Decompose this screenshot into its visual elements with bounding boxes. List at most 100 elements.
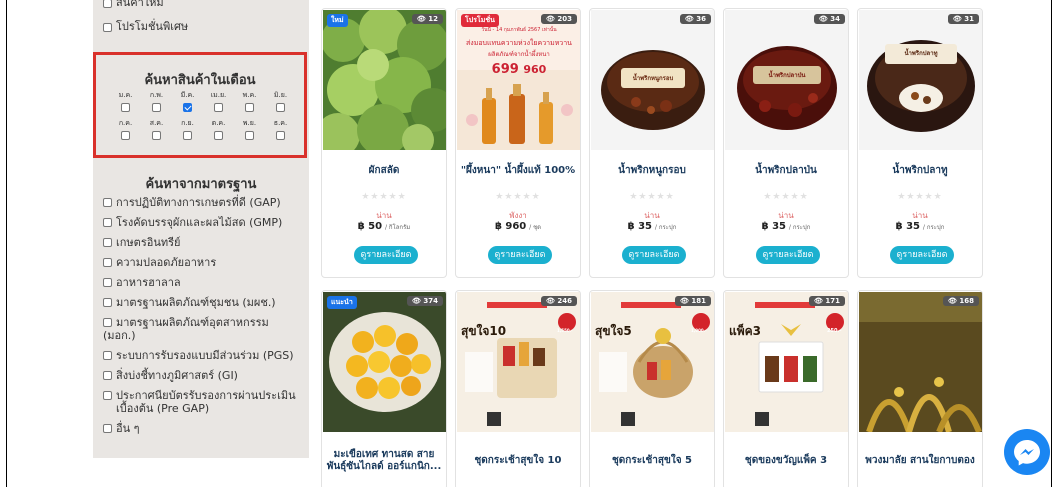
product-card[interactable]: แพ็ค3 250.- 👁 171 ชุดของขวัญแพ็ค 3 [723, 290, 849, 487]
checkbox[interactable] [103, 22, 112, 32]
gift-price: 250.- [827, 328, 842, 334]
checkbox[interactable] [103, 217, 112, 227]
standard-item-tis[interactable]: มาตรฐานผลิตภัณฑ์อุตสาหกรรม (มอก.) [103, 316, 303, 342]
standard-item-halal[interactable]: อาหารฮาลาล [103, 276, 303, 289]
checkbox[interactable] [103, 423, 112, 433]
product-card[interactable]: น้ำพริกหนูกรอบ 👁 36 น้ำพริกหนูกรอบ ★★★★★… [589, 8, 715, 278]
month-checkbox-jan[interactable] [121, 102, 130, 112]
checkbox[interactable] [103, 197, 112, 207]
filter-label: สินค้าใหม่ [116, 0, 164, 9]
standard-item-gap[interactable]: การปฏิบัติทางการเกษตรที่ดี (GAP) [103, 196, 303, 209]
standard-item-pre-gap[interactable]: ประกาศนียบัตรรับรองการผ่านประเมิน เบื้อง… [103, 389, 303, 415]
month-checkbox-nov[interactable] [245, 130, 254, 140]
product-image[interactable]: แนะนำ 👁 374 [323, 292, 446, 432]
checkbox[interactable] [103, 370, 112, 380]
product-name[interactable]: น้ำพริกหนูกรอบ [590, 165, 714, 177]
month-row-1: ม.ค. ก.พ. มี.ค. เม.ย. พ.ค. มิ.ย. [110, 91, 296, 113]
product-card[interactable]: 👁 168 พวงมาลัย สานใยกาบตอง [857, 290, 983, 487]
month-checkbox-aug[interactable] [152, 130, 161, 140]
product-name[interactable]: ผักสลัด [322, 165, 446, 177]
month-label: เม.ย. [210, 91, 227, 99]
product-badge: แนะนำ [327, 296, 357, 309]
standard-label: มาตรฐานผลิตภัณฑ์ชุมชน (มผช.) [116, 296, 276, 309]
checkbox[interactable] [103, 317, 112, 327]
month-checkbox-feb[interactable] [152, 102, 161, 112]
product-name[interactable]: พวงมาลัย สานใยกาบตอง [858, 455, 982, 467]
month-checkbox-sep[interactable] [183, 130, 192, 140]
standards-list: การปฏิบัติทางการเกษตรที่ดี (GAP) โรงคัดบ… [103, 196, 303, 442]
month-checkbox-mar[interactable] [183, 102, 192, 112]
standard-item-food-safety[interactable]: ความปลอดภัยอาหาร [103, 256, 303, 269]
product-card[interactable]: น้ำพริกปลาทู 👁 31 น้ำพริกปลาทู ★★★★★ น่า… [857, 8, 983, 278]
product-image[interactable]: ใหม่ 👁 12 [323, 10, 446, 150]
view-count-value: 181 [691, 297, 706, 305]
product-name[interactable]: น้ำพริกปลาทู [858, 165, 982, 177]
product-name[interactable]: ชุดกระเช้าสุขใจ 5 [590, 455, 714, 467]
month-label: ส.ค. [149, 119, 164, 127]
standards-title: ค้นหาจากมาตรฐาน [145, 177, 257, 192]
checkbox[interactable] [103, 390, 112, 400]
product-name[interactable]: "ผึ้งหนา" น้ำผึ้งแท้ 100% [456, 165, 580, 177]
product-card[interactable]: น้ำพริกปลาป่น 👁 34 น้ำพริกปลาป่น ★★★★★ น… [723, 8, 849, 278]
product-image[interactable]: แพ็ค3 250.- 👁 171 [725, 292, 848, 432]
product-name[interactable]: มะเขือเทศ ทานสด สาย พันธุ์ซันไกลด์ ออร์แ… [322, 449, 446, 473]
product-image[interactable]: วันนี้ - 14 กุมภาพันธ์ 2567 เท่านั้น ส่ง… [457, 10, 580, 150]
checkbox[interactable] [103, 0, 112, 8]
product-image[interactable]: น้ำพริกหนูกรอบ 👁 36 [591, 10, 714, 150]
checkbox[interactable] [103, 350, 112, 360]
product-card[interactable]: แนะนำ 👁 374 มะเขือเทศ ทานสด สาย พันธุ์ซั… [321, 290, 447, 487]
checkbox[interactable] [103, 297, 112, 307]
jar-label: น้ำพริกปลาป่น [768, 72, 806, 79]
standard-item-otop[interactable]: มาตรฐานผลิตภัณฑ์ชุมชน (มผช.) [103, 296, 303, 309]
standard-item-other[interactable]: อื่น ๆ [103, 422, 303, 435]
view-count: 👁 12 [411, 14, 443, 24]
view-count-value: 31 [964, 15, 974, 23]
month-row-2: ก.ค. ส.ค. ก.ย. ต.ค. พ.ย. ธ.ค. [110, 119, 296, 141]
product-name[interactable]: น้ำพริกปลาป่น [724, 165, 848, 177]
month-checkbox-may[interactable] [245, 102, 254, 112]
checkbox[interactable] [103, 237, 112, 247]
filter-promotion[interactable]: โปรโมชั่นพิเศษ [103, 17, 188, 35]
month-checkbox-oct[interactable] [214, 130, 223, 140]
standard-item-organic[interactable]: เกษตรอินทรีย์ [103, 236, 303, 249]
checkbox[interactable] [103, 277, 112, 287]
product-name[interactable]: ชุดกระเช้าสุขใจ 10 [456, 455, 580, 467]
checkbox[interactable] [103, 257, 112, 267]
product-image[interactable]: สุขใจ5 1,000.- 👁 181 [591, 292, 714, 432]
star-icon: ★★★★★ [897, 192, 943, 202]
product-image[interactable]: 👁 168 [859, 292, 982, 432]
gift-price: 1,550.- [557, 328, 573, 333]
product-card[interactable]: สุขใจ5 1,000.- 👁 181 ชุดกระเช้าสุขใจ 5 [589, 290, 715, 487]
product-image[interactable]: น้ำพริกปลาป่น 👁 34 [725, 10, 848, 150]
product-image[interactable]: สุขใจ10 1,550.- 👁 246 [457, 292, 580, 432]
view-details-button[interactable]: ดูรายละเอียด [354, 246, 418, 264]
view-details-button[interactable]: ดูรายละเอียด [756, 246, 820, 264]
standard-item-pgs[interactable]: ระบบการรับรองแบบมีส่วนร่วม (PGS) [103, 349, 303, 362]
standard-label: เกษตรอินทรีย์ [116, 236, 181, 249]
view-details-button[interactable]: ดูรายละเอียด [890, 246, 954, 264]
view-details-button[interactable]: ดูรายละเอียด [622, 246, 686, 264]
standard-label: โรงคัดบรรจุผักและผลไม้สด (GMP) [116, 216, 283, 229]
view-details-button[interactable]: ดูรายละเอียด [488, 246, 552, 264]
month-checkbox-jun[interactable] [276, 102, 285, 112]
view-count: 👁 168 [943, 296, 979, 306]
month-checkbox-dec[interactable] [276, 130, 285, 140]
product-image[interactable]: น้ำพริกปลาทู 👁 31 [859, 10, 982, 150]
filter-sidebar: สินค้าใหม่ โปรโมชั่นพิเศษ ค้นหาสินค้าในเ… [93, 0, 309, 458]
month-checkbox-jul[interactable] [121, 130, 130, 140]
product-card[interactable]: ใหม่ 👁 12 ผักสลัด ★★★★★ น่าน ฿ 50 / กิโล… [321, 8, 447, 278]
product-card[interactable]: วันนี้ - 14 กุมภาพันธ์ 2567 เท่านั้น ส่ง… [455, 8, 581, 278]
month-label: ม.ค. [118, 91, 133, 99]
standard-item-gmp[interactable]: โรงคัดบรรจุผักและผลไม้สด (GMP) [103, 216, 303, 229]
messenger-chat-button[interactable] [1004, 429, 1050, 475]
month-label: ธ.ค. [273, 119, 288, 127]
view-count: 👁 171 [809, 296, 845, 306]
standard-item-gi[interactable]: สิ่งบ่งชี้ทางภูมิศาสตร์ (GI) [103, 369, 303, 382]
month-label: ก.ย. [181, 119, 194, 127]
product-badge: ใหม่ [327, 14, 348, 27]
month-checkbox-apr[interactable] [214, 102, 223, 112]
jar-label: น้ำพริกปลาทู [904, 50, 938, 57]
product-card[interactable]: สุขใจ10 1,550.- 👁 246 ชุดกระเช้าสุขใจ 10 [455, 290, 581, 487]
filter-new-products[interactable]: สินค้าใหม่ [103, 0, 164, 11]
product-name[interactable]: ชุดของขวัญแพ็ค 3 [724, 455, 848, 467]
